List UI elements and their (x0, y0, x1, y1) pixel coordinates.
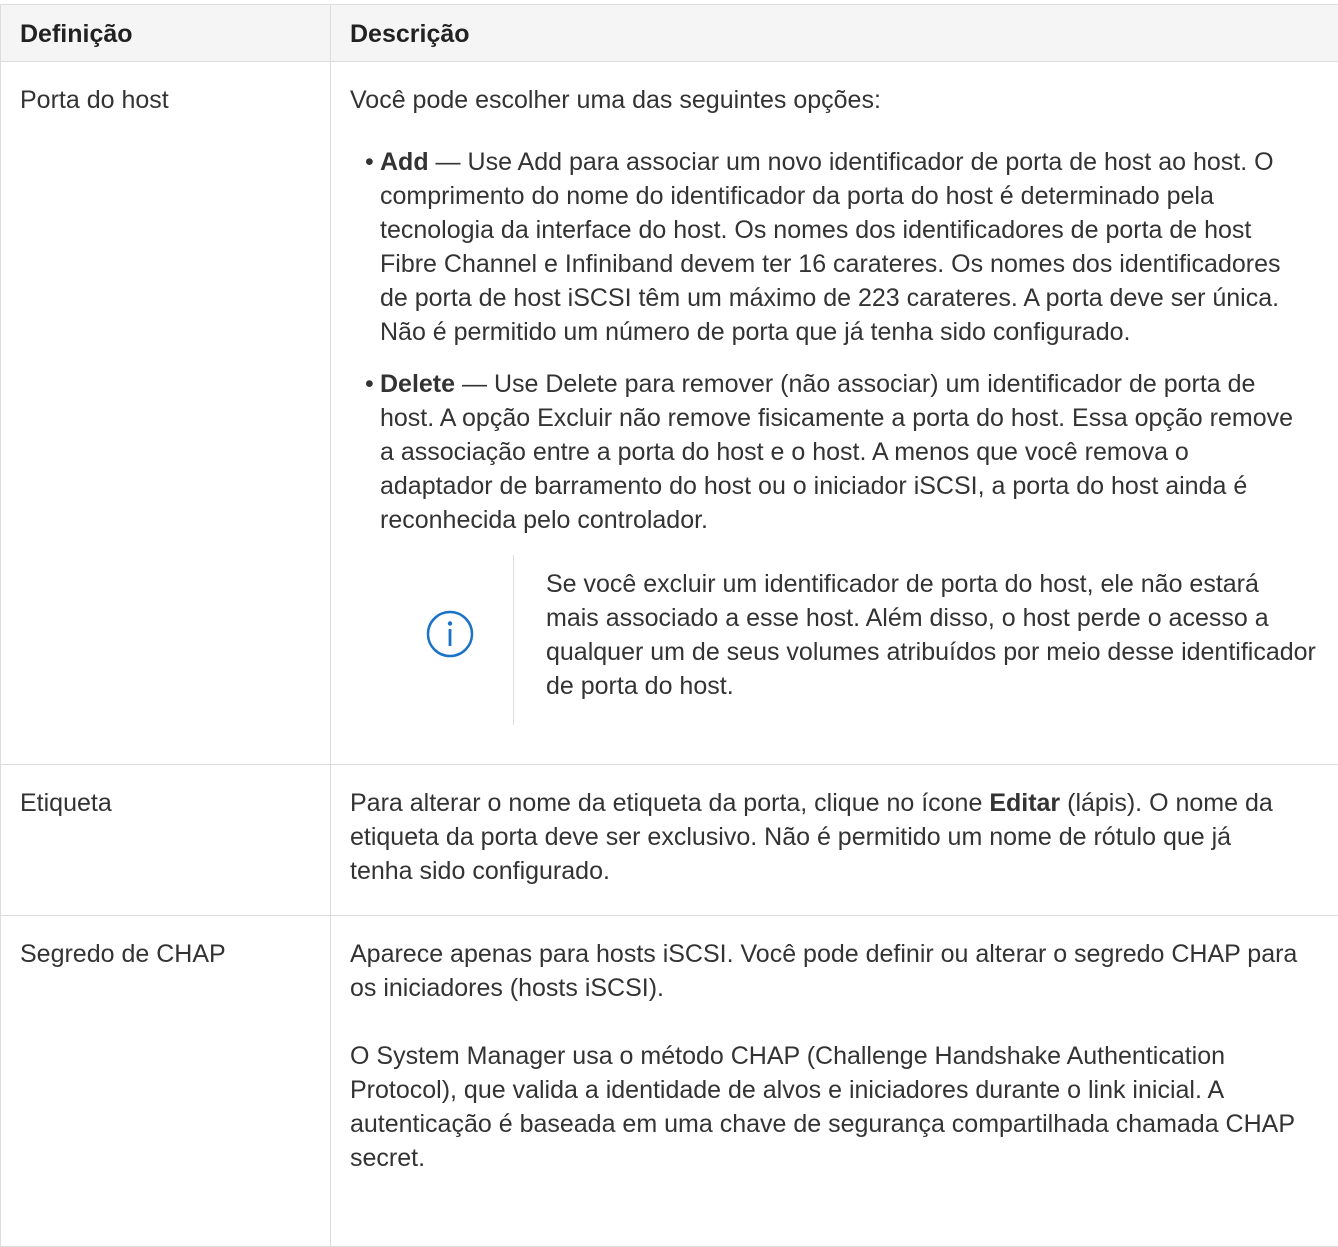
header-description: Descrição (331, 5, 1338, 62)
table-row-label: Etiqueta Para alterar o nome da etiqueta… (1, 765, 1338, 916)
option-dash: — (429, 148, 468, 176)
table-row-chap: Segredo de CHAP Aparece apenas para host… (1, 916, 1338, 1247)
header-definition-label: Definição (1, 5, 330, 51)
definition-table-container: Definição Descrição Porta do host Você p… (0, 4, 1338, 1247)
term-label: Etiqueta (1, 765, 330, 820)
list-item-add: •Add — Use Add para associar um novo ide… (380, 145, 1316, 349)
table-row-host-port: Porta do host Você pode escolher uma das… (1, 62, 1338, 765)
header-description-label: Descrição (331, 5, 1338, 51)
definition-table: Definição Descrição Porta do host Você p… (0, 4, 1338, 1247)
header-definition: Definição (1, 5, 331, 62)
term-cell: Etiqueta (1, 765, 331, 916)
label-description: Para alterar o nome da etiqueta da porta… (350, 786, 1298, 888)
chap-paragraph-2: O System Manager usa o método CHAP (Chal… (350, 1039, 1298, 1175)
option-name-add: Add (380, 148, 429, 176)
description-cell: Você pode escolher uma das seguintes opç… (331, 62, 1338, 765)
option-text-delete: Use Delete para remover (não associar) u… (380, 370, 1293, 534)
term-cell: Porta do host (1, 62, 331, 765)
note-text: Se você excluir um identificador de port… (546, 567, 1316, 703)
options-list: •Add — Use Add para associar um novo ide… (350, 145, 1316, 537)
edit-keyword: Editar (989, 789, 1060, 817)
option-text-add: Use Add para associar um novo identifica… (380, 148, 1281, 346)
note-divider (513, 555, 514, 725)
info-note: Se você excluir um identificador de port… (350, 555, 1316, 725)
option-dash: — (455, 370, 494, 398)
bullet-glyph: • (365, 367, 374, 401)
bullet-glyph: • (365, 145, 374, 179)
options-intro: Você pode escolher uma das seguintes opç… (350, 83, 1316, 117)
option-name-delete: Delete (380, 370, 455, 398)
chap-paragraph-1: Aparece apenas para hosts iSCSI. Você po… (350, 937, 1298, 1005)
label-desc-before: Para alterar o nome da etiqueta da porta… (350, 789, 989, 817)
term-host-port: Porta do host (1, 62, 330, 117)
description-cell: Aparece apenas para hosts iSCSI. Você po… (331, 916, 1338, 1247)
term-cell: Segredo de CHAP (1, 916, 331, 1247)
table-header-row: Definição Descrição (1, 5, 1338, 62)
description-cell: Para alterar o nome da etiqueta da porta… (331, 765, 1338, 916)
info-icon (425, 609, 475, 659)
term-chap: Segredo de CHAP (1, 916, 330, 971)
list-item-delete: •Delete — Use Delete para remover (não a… (380, 367, 1316, 537)
